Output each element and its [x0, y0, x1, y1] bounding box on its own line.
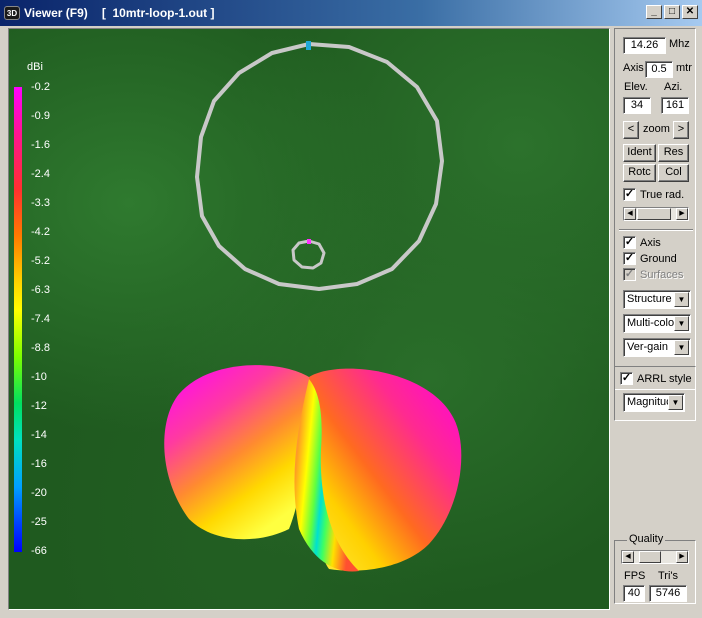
- feed-point-marker: [306, 41, 311, 50]
- azimuth-label: Azi.: [664, 81, 683, 93]
- slider-left-arrow-icon[interactable]: ◀: [622, 551, 634, 563]
- arrl-group: ✓ ARRL style Magnituc ▼: [614, 366, 696, 421]
- quality-group: Quality ◀ ▶ FPS Tri's 40 5746: [614, 533, 696, 604]
- slider-thumb[interactable]: [637, 208, 671, 220]
- quality-title: Quality: [627, 533, 666, 545]
- ground-checkbox[interactable]: ✓ Ground: [623, 252, 677, 265]
- close-button[interactable]: ✕: [682, 5, 698, 19]
- slider-right-arrow-icon[interactable]: ▶: [676, 551, 688, 563]
- color-mode-select[interactable]: Multi-colo ▼: [623, 314, 691, 333]
- divider: [619, 229, 693, 231]
- axis-length-unit: mtr: [676, 62, 692, 74]
- axis-length-field[interactable]: 0.5: [645, 61, 673, 78]
- quality-slider[interactable]: ◀ ▶: [621, 550, 689, 564]
- window-title: Viewer (F9): [24, 6, 88, 20]
- slider-thumb[interactable]: [639, 551, 661, 563]
- azimuth-field[interactable]: 161: [661, 97, 689, 114]
- elevation-field[interactable]: 34: [623, 97, 651, 114]
- slider-left-arrow-icon[interactable]: ◀: [624, 208, 636, 220]
- frequency-unit: Mhz: [669, 38, 690, 50]
- large-loop-structure: [195, 42, 444, 291]
- ident-button[interactable]: Ident: [623, 144, 656, 162]
- small-loop-marker: [307, 239, 311, 244]
- rotc-button[interactable]: Rotc: [623, 164, 656, 182]
- surfaces-checkbox: ✓ Surfaces: [623, 268, 684, 281]
- window-filename: [ 10mtr-loop-1.out ]: [101, 6, 215, 20]
- zoom-label: zoom: [643, 123, 670, 135]
- slider-right-arrow-icon[interactable]: ▶: [676, 208, 688, 220]
- surfaces-check-icon: ✓: [623, 268, 636, 281]
- tris-label: Tri's: [658, 570, 679, 582]
- arrl-style-checkbox[interactable]: ✓ ARRL style: [620, 372, 692, 385]
- zoom-in-button[interactable]: >: [673, 121, 689, 139]
- elevation-label: Elev.: [624, 81, 648, 93]
- structure-select[interactable]: Structure ▼: [623, 290, 691, 309]
- small-loop-structure: [291, 239, 326, 270]
- title-bar: 3D Viewer (F9) [ 10mtr-loop-1.out ] _ □ …: [0, 0, 702, 26]
- window-controls: _ □ ✕: [646, 5, 698, 19]
- ground-check-icon: ✓: [623, 252, 636, 265]
- gain-select[interactable]: Ver-gain ▼: [623, 338, 691, 357]
- axis-length-label: Axis: [623, 62, 644, 74]
- app-icon: 3D: [4, 6, 20, 20]
- true-rad-checkbox[interactable]: ✓ True rad.: [623, 188, 684, 201]
- arrl-check-icon: ✓: [620, 372, 633, 385]
- axis-check-icon: ✓: [623, 236, 636, 249]
- chevron-down-icon[interactable]: ▼: [674, 340, 689, 355]
- chevron-down-icon[interactable]: ▼: [674, 316, 689, 331]
- zoom-out-button[interactable]: <: [623, 121, 639, 139]
- magnitude-select[interactable]: Magnituc ▼: [623, 393, 685, 412]
- minimize-button[interactable]: _: [646, 5, 662, 19]
- axis-checkbox[interactable]: ✓ Axis: [623, 236, 661, 249]
- view-settings-group: 14.26 Mhz Axis 0.5 mtr Elev. Azi. 34 161…: [614, 28, 696, 390]
- chevron-down-icon[interactable]: ▼: [668, 395, 683, 410]
- true-rad-slider[interactable]: ◀ ▶: [623, 207, 689, 221]
- true-rad-check-icon: ✓: [623, 188, 636, 201]
- fps-value: 40: [623, 585, 645, 602]
- scene-graphics: [164, 41, 462, 572]
- fps-label: FPS: [624, 570, 646, 582]
- res-button[interactable]: Res: [658, 144, 689, 162]
- 3d-viewport[interactable]: dBi -0.2 -0.9 -1.6 -2.4 -3.3 -4.2 -5.2 -6.3 -7.4…: [8, 28, 610, 610]
- col-button[interactable]: Col: [658, 164, 689, 182]
- left-lobe: [164, 365, 309, 540]
- maximize-button[interactable]: □: [664, 5, 680, 19]
- tris-value: 5746: [649, 585, 687, 602]
- radiation-pattern: [164, 365, 462, 572]
- frequency-field[interactable]: 14.26: [623, 37, 666, 54]
- chevron-down-icon[interactable]: ▼: [674, 292, 689, 307]
